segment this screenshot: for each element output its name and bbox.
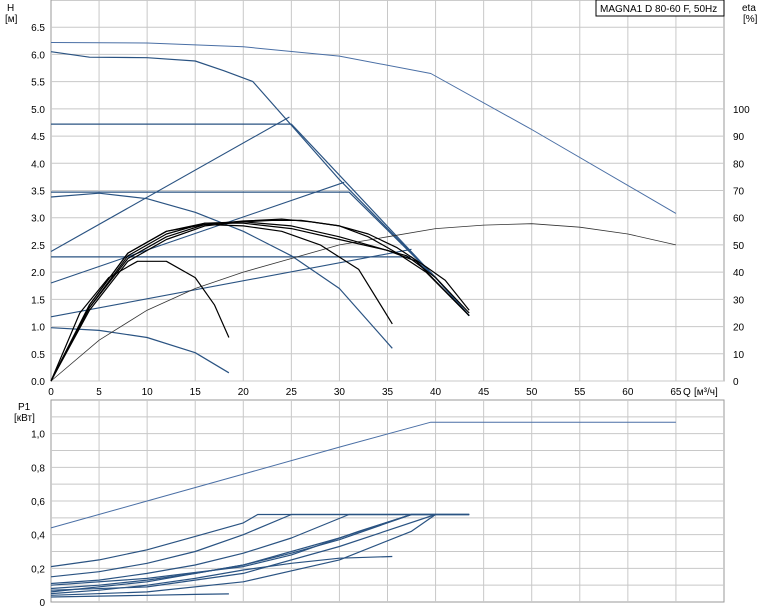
power-tick-label: 0,6 [31, 497, 45, 508]
x-tick-label: 5 [96, 387, 102, 398]
y2-tick-label: 80 [733, 159, 745, 170]
x-tick-label: 55 [574, 387, 586, 398]
x-tick-label: 35 [382, 387, 394, 398]
x-axis-unit: [м³/ч] [694, 387, 718, 398]
y2-tick-label: 10 [733, 350, 745, 361]
power-axis-unit: [кВт] [14, 413, 35, 424]
power-tick-label: 0 [39, 598, 45, 609]
y-tick-label: 6.5 [31, 23, 45, 34]
y-tick-label: 4.5 [31, 132, 45, 143]
x-axis-label: Q [683, 387, 691, 398]
y-tick-label: 1.0 [31, 323, 45, 334]
y2-tick-label: 30 [733, 295, 745, 306]
y-tick-label: 2.5 [31, 241, 45, 252]
chart-title-box: MAGNA1 D 80-60 F, 50Hz [595, 0, 725, 17]
x-tick-label: 65 [670, 387, 682, 398]
x-tick-label: 0 [48, 387, 54, 398]
y-axis-unit: [м] [5, 14, 18, 25]
y2-tick-label: 90 [733, 132, 745, 143]
pump-performance-chart: 0.0 0.5 1.0 1.5 2.0 2.5 3.0 3.5 4.0 4.5 5.0 5.5 6.0 6… [5, 0, 758, 609]
x-tick-label: 30 [334, 387, 346, 398]
power-axis-label: P1 [18, 402, 31, 413]
power-tick-label: 0,8 [31, 463, 45, 474]
y2-tick-label: 40 [733, 268, 745, 279]
y-tick-label: 2.0 [31, 268, 45, 279]
x-tick-label: 60 [622, 387, 634, 398]
y-tick-label: 1.5 [31, 295, 45, 306]
power-plot: 0 0,2 0,4 0,6 0,8 1,0 [31, 399, 725, 609]
chart-title: MAGNA1 D 80-60 F, 50Hz [600, 4, 717, 15]
y2-axis-label: eta [742, 3, 756, 14]
y2-tick-label: 0 [733, 377, 739, 388]
x-tick-label: 15 [190, 387, 202, 398]
x-tick-label: 40 [430, 387, 442, 398]
power-tick-label: 1,0 [31, 430, 45, 441]
x-tick-label: 50 [526, 387, 538, 398]
y-tick-label: 5.5 [31, 78, 45, 89]
y2-tick-label: 50 [733, 241, 745, 252]
y-tick-label: 6.0 [31, 50, 45, 61]
x-tick-label: 25 [286, 387, 298, 398]
x-tick-label: 20 [238, 387, 250, 398]
y-tick-label: 3.5 [31, 187, 45, 198]
y2-tick-label: 70 [733, 187, 745, 198]
power-tick-label: 0,2 [31, 564, 45, 575]
x-tick-label: 10 [142, 387, 154, 398]
y2-tick-label: 100 [733, 105, 750, 116]
y2-axis-unit: [%] [743, 14, 758, 25]
y-axis-label: H [7, 3, 14, 14]
y-tick-label: 4.0 [31, 159, 45, 170]
x-tick-label: 45 [478, 387, 490, 398]
y-tick-label: 0.5 [31, 350, 45, 361]
y2-tick-label: 20 [733, 323, 745, 334]
y2-tick-label: 60 [733, 214, 745, 225]
y-tick-label: 0.0 [31, 377, 45, 388]
power-tick-label: 0,4 [31, 531, 45, 542]
y-tick-label: 3.0 [31, 214, 45, 225]
head-plot: 0.0 0.5 1.0 1.5 2.0 2.5 3.0 3.5 4.0 4.5 5.0 5.5 6.0 6… [31, 0, 750, 398]
y-tick-label: 5.0 [31, 105, 45, 116]
